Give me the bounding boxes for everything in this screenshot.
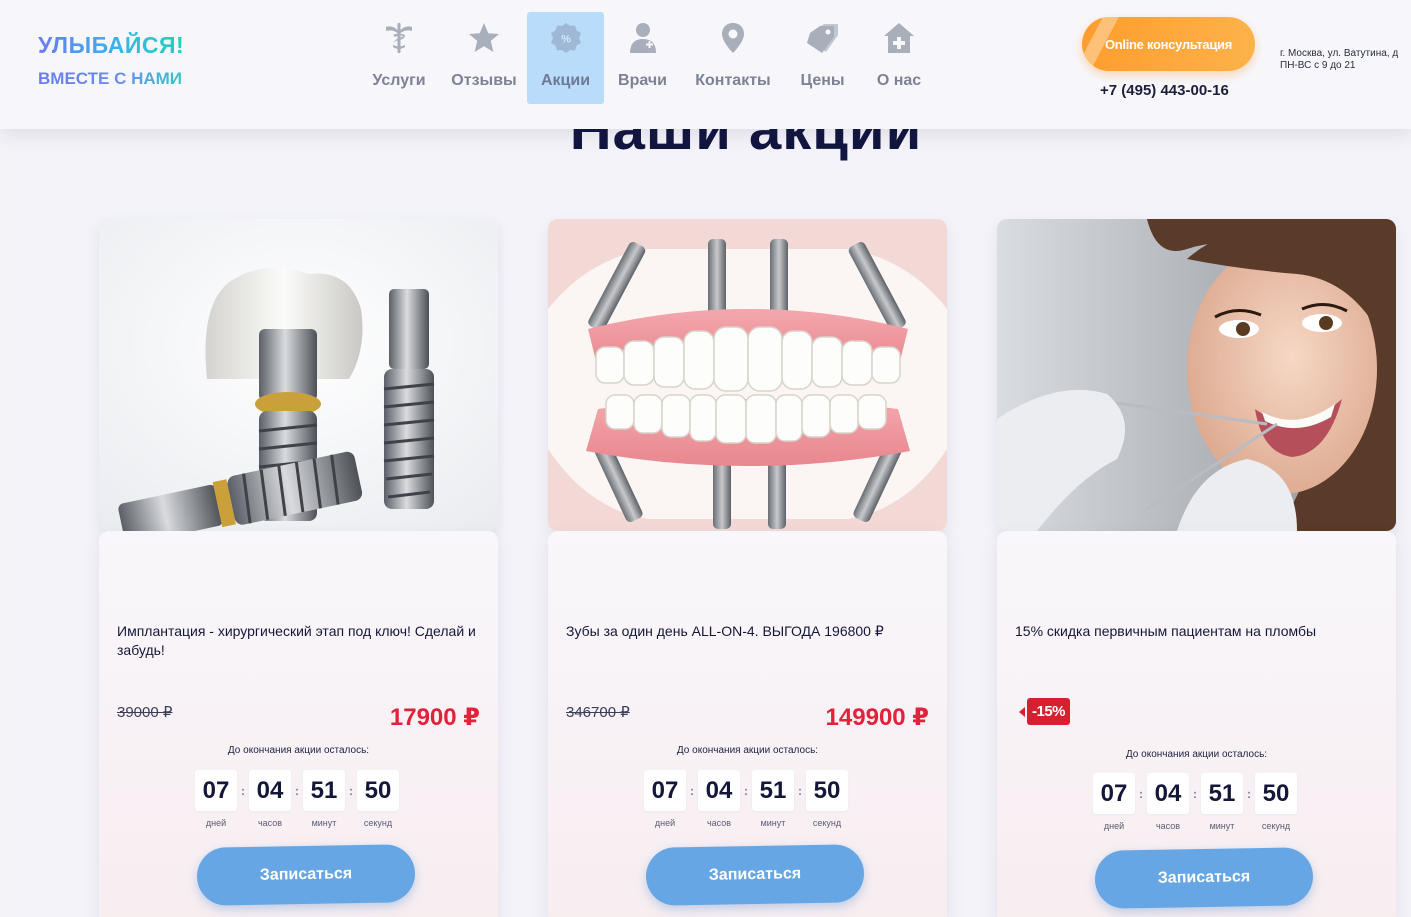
smiling-patient-image — [997, 219, 1396, 531]
nav-item-about[interactable]: О нас — [860, 12, 938, 104]
promo-card-body: Имплантация - хирургический этап под клю… — [99, 531, 498, 917]
promo-title: 15% скидка первичным пациентам на пломбы — [1015, 623, 1317, 639]
location-pin-icon — [715, 20, 751, 56]
timer-hours: 04 — [249, 770, 291, 811]
new-price: 17900 ₽ — [389, 704, 480, 731]
nav-item-contacts[interactable]: Контакты — [681, 12, 785, 104]
old-price: 39000 ₽ — [117, 704, 173, 721]
badge-arrow — [1019, 706, 1025, 717]
timer-separator: : — [1139, 786, 1143, 801]
timer-minutes-caption: минут — [760, 818, 786, 828]
timer-separator: : — [744, 783, 748, 798]
countdown-timer: 07 дней : 04 часов : 51 минут : 50 секунд — [644, 770, 848, 828]
clinic-address: г. Москва, ул. Ватутина, д ПН-ВС с 9 до … — [1280, 48, 1398, 72]
countdown-label: До окончания акции осталось: — [227, 745, 370, 756]
countdown-timer: 07 дней : 04 часов : 51 минут : 50 секунд — [1093, 773, 1297, 831]
nav-label-prices: Цены — [800, 72, 845, 89]
timer-separator: : — [1193, 786, 1197, 801]
timer-seconds-caption: секунд — [363, 818, 393, 828]
all-on-4-jaw-image — [548, 219, 947, 531]
timer-minutes: 51 — [1201, 773, 1243, 814]
nav-label-about: О нас — [876, 72, 922, 89]
promo-card-body: 15% скидка первичным пациентам на пломбы… — [997, 531, 1396, 917]
timer-seconds: 50 — [1255, 773, 1297, 814]
timer-days: 07 — [1093, 773, 1135, 814]
timer-seconds-caption: секунд — [812, 818, 842, 828]
nav-label-reviews: Отзывы — [451, 72, 517, 89]
countdown-label: До окончания акции осталось: — [676, 745, 819, 756]
timer-hours-caption: часов — [706, 818, 732, 828]
logo-subtitle[interactable]: ВМЕСТЕ С НАМИ — [38, 69, 182, 89]
nav-label-contacts: Контакты — [695, 72, 771, 89]
timer-minutes: 51 — [303, 770, 345, 811]
price-tag-icon — [805, 20, 841, 56]
book-button[interactable]: Записаться — [645, 844, 865, 906]
timer-minutes: 51 — [752, 770, 794, 811]
logo-title[interactable]: УЛЫБАЙСЯ! — [38, 32, 184, 59]
promo-card-body: Зубы за один день ALL-ON-4. ВЫГОДА 19680… — [548, 531, 947, 917]
nav-item-prices[interactable]: Цены — [785, 12, 860, 104]
promo-title: Зубы за один день ALL-ON-4. ВЫГОДА 19680… — [566, 623, 884, 639]
discount-badge-text: -15% — [1027, 698, 1071, 725]
timer-hours-caption: часов — [257, 818, 283, 828]
timer-days-caption: дней — [205, 818, 227, 828]
clinic-house-icon — [881, 20, 917, 56]
percent-badge-icon: % — [548, 20, 584, 56]
timer-separator: : — [1247, 786, 1251, 801]
nav-label-doctors: Врачи — [618, 72, 667, 89]
countdown-label: До окончания акции осталось: — [1125, 749, 1268, 760]
promo-card-implant: Имплантация - хирургический этап под клю… — [99, 219, 498, 917]
online-consultation-button[interactable]: Online консультация — [1082, 17, 1255, 71]
timer-seconds: 50 — [806, 770, 848, 811]
star-icon — [466, 20, 502, 56]
book-button[interactable]: Записаться — [196, 844, 416, 906]
nav-item-reviews[interactable]: Отзывы — [441, 12, 527, 104]
promo-card-all-on-4: Зубы за один день ALL-ON-4. ВЫГОДА 19680… — [548, 219, 947, 917]
timer-days: 07 — [644, 770, 686, 811]
timer-separator: : — [798, 783, 802, 798]
timer-days-caption: дней — [654, 818, 676, 828]
old-price: 346700 ₽ — [566, 704, 630, 721]
nav-item-services[interactable]: Услуги — [357, 12, 441, 104]
caduceus-icon — [381, 20, 417, 56]
nav-label-services: Услуги — [372, 72, 426, 89]
promo-title: Имплантация - хирургический этап под клю… — [117, 623, 476, 658]
doctor-icon — [625, 20, 661, 56]
dental-implants-image — [99, 219, 498, 531]
timer-hours: 04 — [698, 770, 740, 811]
timer-seconds-caption: секунд — [1261, 821, 1291, 831]
nav-item-doctors[interactable]: Врачи — [604, 12, 681, 104]
book-button[interactable]: Записаться — [1094, 847, 1314, 909]
timer-separator: : — [241, 783, 245, 798]
working-hours: ПН-ВС с 9 до 21 — [1280, 60, 1356, 71]
address-line: г. Москва, ул. Ватутина, д — [1280, 48, 1399, 59]
new-price: 149900 ₽ — [825, 704, 929, 731]
timer-hours: 04 — [1147, 773, 1189, 814]
nav-label-promotions: Акции — [540, 72, 591, 89]
timer-minutes-caption: минут — [1209, 821, 1235, 831]
countdown-timer: 07 дней : 04 часов : 51 минут : 50 секунд — [195, 770, 399, 828]
timer-separator: : — [349, 783, 353, 798]
phone-number[interactable]: +7 (495) 443-00-16 — [1100, 82, 1229, 99]
main-nav: Услуги Отзывы % Акции Врачи Контакты Цен… — [357, 12, 938, 104]
discount-badge: -15% — [1019, 698, 1071, 725]
timer-separator: : — [295, 783, 299, 798]
timer-hours-caption: часов — [1155, 821, 1181, 831]
timer-days-caption: дней — [1103, 821, 1125, 831]
promo-card-fillings: 15% скидка первичным пациентам на пломбы… — [997, 219, 1396, 917]
timer-separator: : — [690, 783, 694, 798]
nav-item-promotions[interactable]: % Акции — [527, 12, 604, 104]
timer-days: 07 — [195, 770, 237, 811]
timer-seconds: 50 — [357, 770, 399, 811]
timer-minutes-caption: минут — [311, 818, 337, 828]
site-header: УЛЫБАЙСЯ! ВМЕСТЕ С НАМИ Услуги Отзывы % … — [0, 0, 1411, 129]
svg-text:%: % — [561, 34, 571, 46]
